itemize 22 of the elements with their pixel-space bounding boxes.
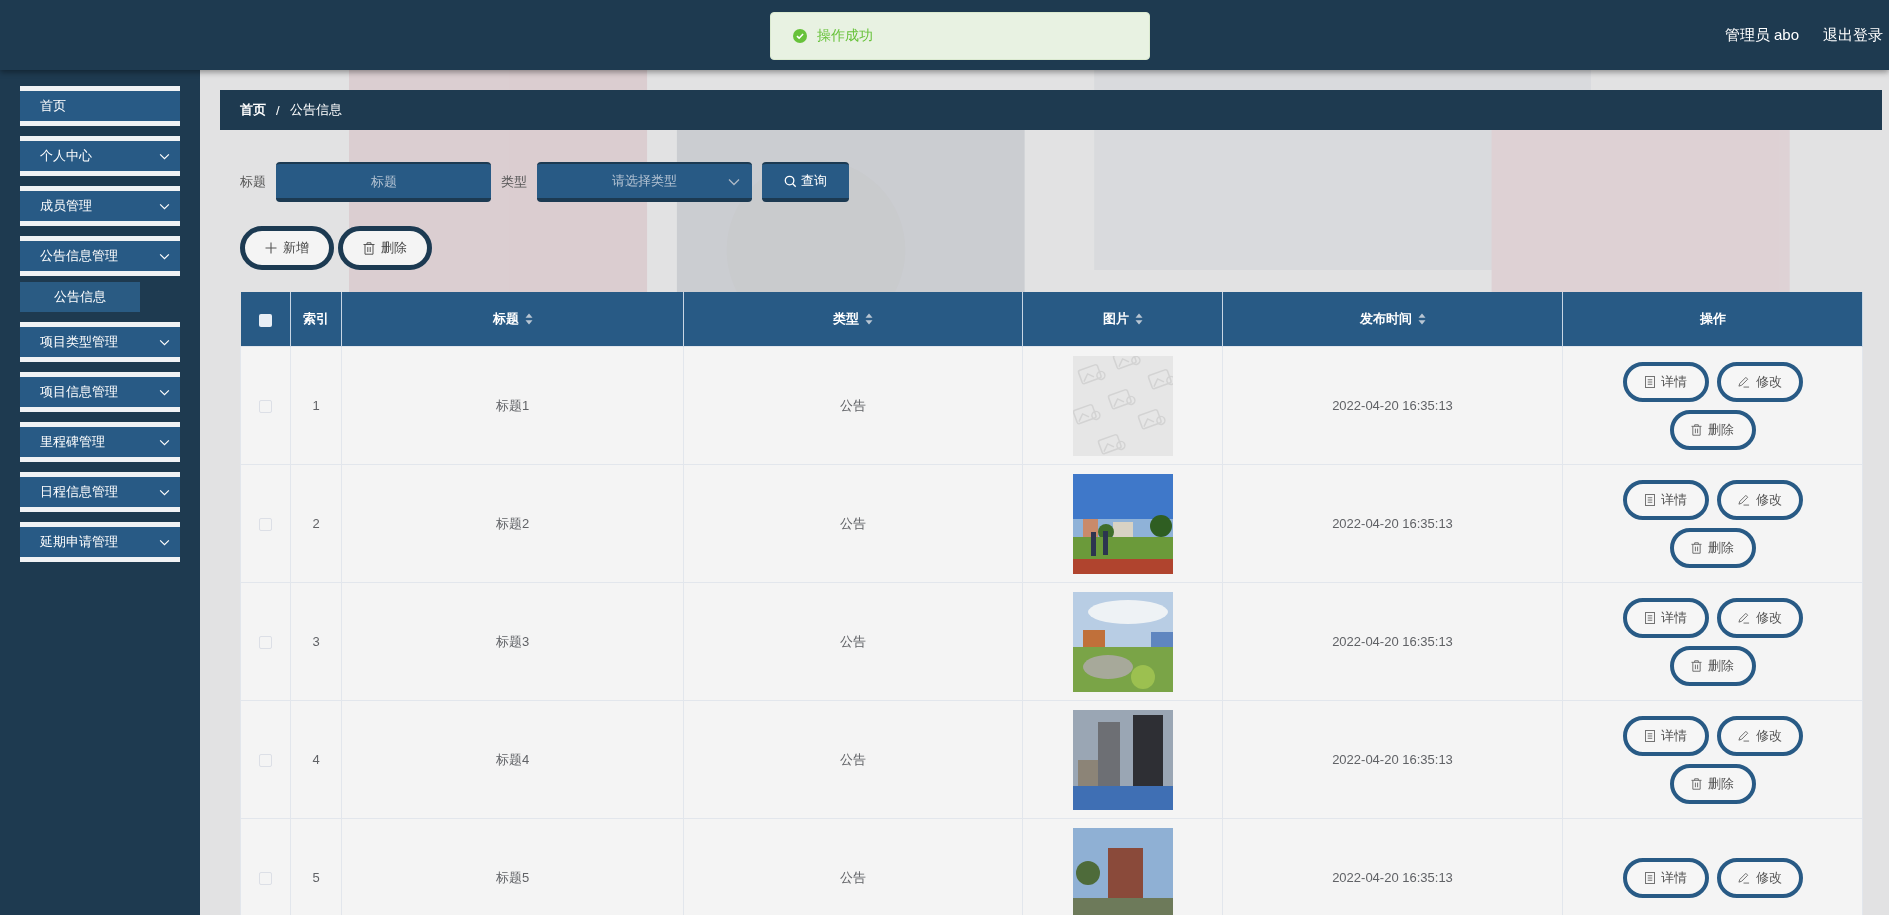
- sidebar-item[interactable]: 成员管理: [20, 186, 180, 226]
- chevron-icon: [159, 488, 170, 496]
- user-name: 管理员 abo: [1724, 25, 1799, 45]
- sidebar-item[interactable]: 里程碑管理: [20, 422, 180, 462]
- check-circle-icon: [793, 29, 807, 43]
- chevron-icon: [159, 438, 170, 446]
- chevron-icon: [159, 538, 170, 546]
- logout-link[interactable]: 退出登录: [1823, 25, 1883, 45]
- sidebar-item[interactable]: 个人中心: [20, 136, 180, 176]
- chevron-icon: [159, 202, 170, 210]
- chevron-icon: [159, 338, 170, 346]
- sidebar-item[interactable]: 延期申请管理: [20, 522, 180, 562]
- chevron-icon: [159, 252, 170, 260]
- chevron-icon: [159, 152, 170, 160]
- sidebar-item[interactable]: 项目类型管理: [20, 322, 180, 362]
- sidebar-item[interactable]: 首页: [20, 86, 180, 126]
- chevron-icon: [159, 388, 170, 396]
- sidebar-item[interactable]: 公告信息管理: [20, 236, 180, 276]
- toast-message: 操作成功: [817, 27, 873, 45]
- sidebar-item[interactable]: 日程信息管理: [20, 472, 180, 512]
- sidebar-item[interactable]: 项目信息管理: [20, 372, 180, 412]
- submenu-item[interactable]: 公告信息: [20, 282, 140, 312]
